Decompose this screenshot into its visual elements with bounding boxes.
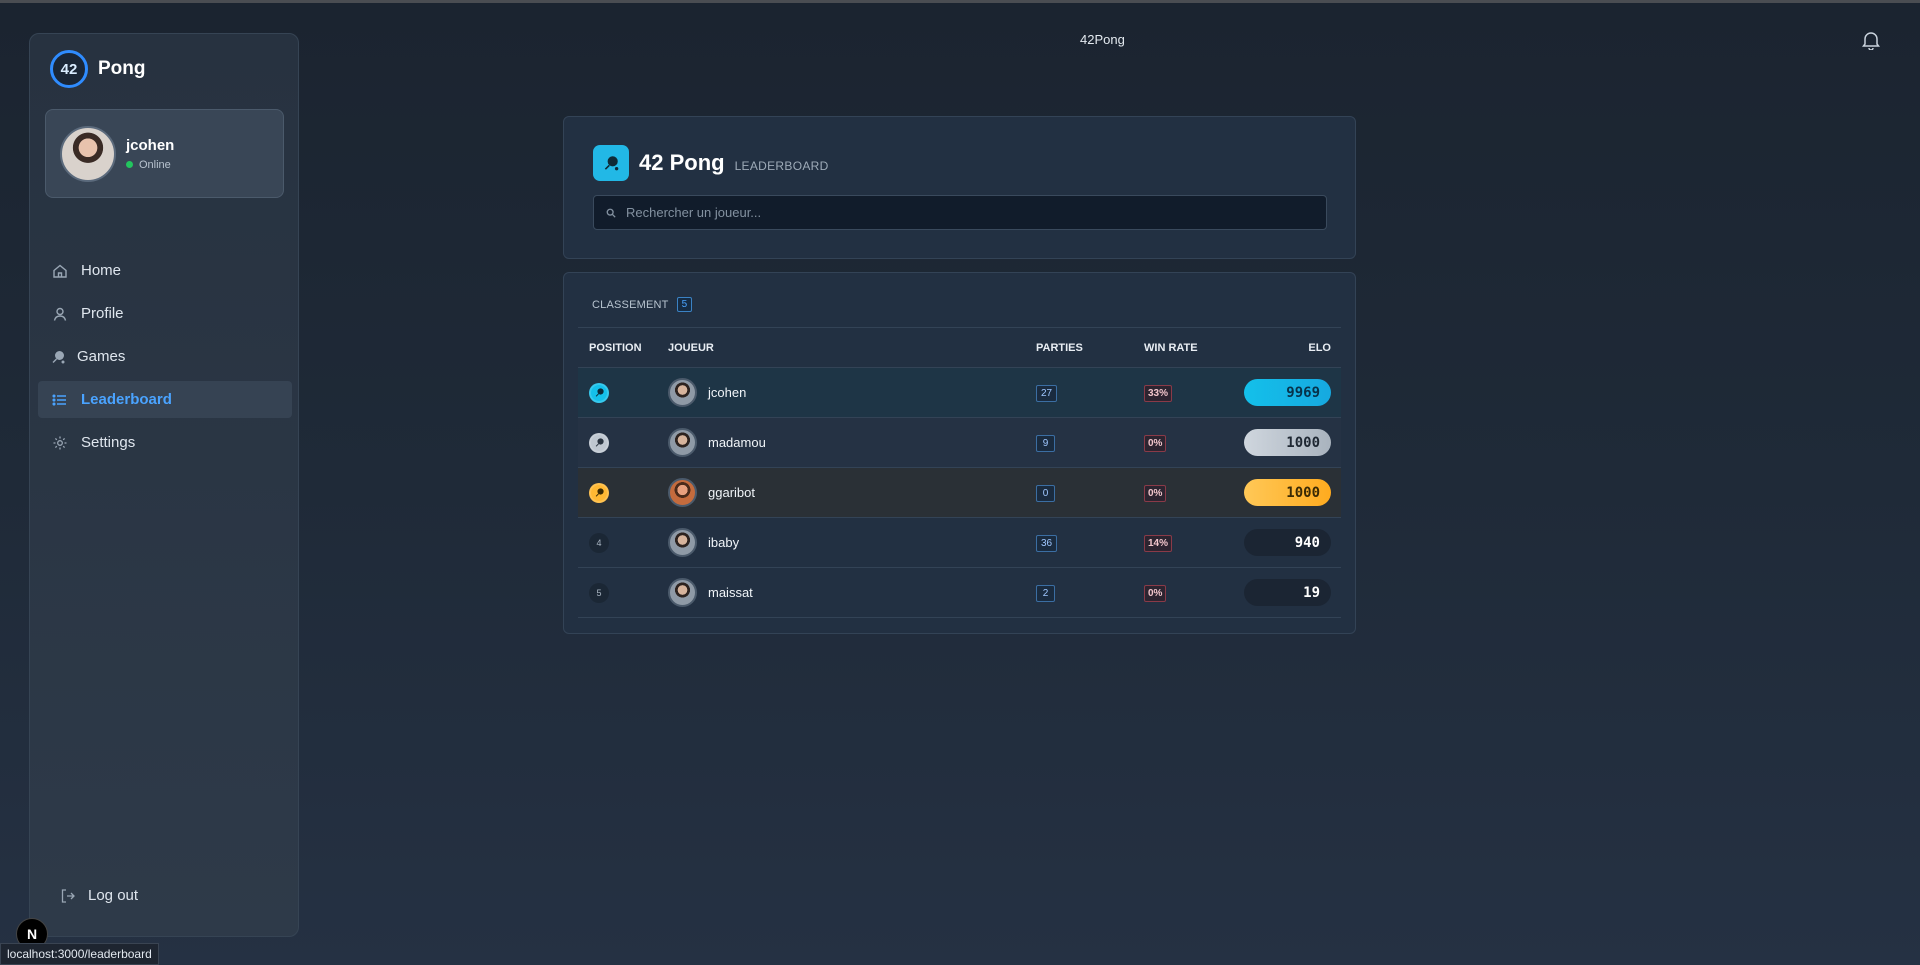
avatar [668,528,697,557]
player-name[interactable]: maissat [708,585,753,600]
win-rate: 33% [1144,385,1173,402]
sidebar: 42 Pong jcohen Online Home Profile Games… [29,33,299,937]
search-input[interactable] [626,205,1306,220]
player-name[interactable]: jcohen [708,385,746,400]
sidebar-item-settings[interactable]: Settings [38,424,292,461]
win-rate: 0% [1144,585,1167,602]
logout-label: Log out [88,887,139,904]
sidebar-item-home[interactable]: Home [38,252,292,289]
sidebar-item-label: Profile [81,305,124,322]
status-bar-url: localhost:3000/leaderboard [0,943,159,965]
sidebar-item-label: Leaderboard [81,391,172,408]
user-icon [52,306,68,322]
sidebar-item-games[interactable]: Games [38,338,292,375]
brand-name: Pong [98,58,146,79]
table-row[interactable]: 4 ibaby 36 14% 940 [578,518,1341,568]
ping-pong-icon [593,145,629,181]
table-row[interactable]: jcohen 27 33% 9969 [578,368,1341,418]
win-rate: 14% [1144,535,1173,552]
search-icon [606,208,616,218]
user-name: jcohen [126,136,175,154]
column-header-position: POSITION [589,341,642,354]
player-name[interactable]: madamou [708,435,766,450]
brand-logo: 42 [50,50,88,88]
elo-badge: 19 [1244,579,1331,606]
rank-number: 4 [589,532,609,553]
column-header-player: JOUEUR [668,341,714,354]
logout-icon [60,888,76,904]
avatar [60,125,116,182]
table-header: POSITION JOUEUR PARTIES WIN RATE ELO [578,328,1341,368]
ranking-heading: CLASSEMENT 5 [592,297,693,312]
ranking-label: CLASSEMENT [592,298,669,311]
games-count: 0 [1036,485,1055,502]
sidebar-item-label: Games [77,348,126,365]
leaderboard-header-panel: 42 Pong LEADERBOARD [563,116,1356,259]
page-header-title: 42Pong [1080,32,1125,47]
column-header-win-rate: WIN RATE [1144,341,1198,354]
avatar [668,378,697,407]
sidebar-item-leaderboard[interactable]: Leaderboard [38,381,292,418]
games-count: 36 [1036,535,1058,552]
list-icon [52,392,68,408]
bell-icon[interactable] [1862,30,1880,55]
user-status: Online [126,159,174,171]
player-name[interactable]: ggaribot [708,485,755,500]
table-row[interactable]: madamou 9 0% 1000 [578,418,1341,468]
avatar [668,428,697,457]
brand[interactable]: 42 Pong [50,50,146,88]
player-name[interactable]: ibaby [708,535,739,550]
rank-number: 5 [589,582,609,603]
leaderboard-panel: CLASSEMENT 5 POSITION JOUEUR PARTIES WIN… [563,272,1356,634]
column-header-games: PARTIES [1036,341,1083,354]
elo-badge: 1000 [1244,429,1331,456]
games-count: 9 [1036,435,1055,452]
online-dot-icon [126,161,133,168]
player-count-badge: 5 [676,297,693,312]
elo-badge: 940 [1244,529,1331,556]
column-header-elo: ELO [1308,341,1331,354]
rank-medal-icon [589,382,609,403]
table-row[interactable]: 5 maissat 2 0% 19 [578,568,1341,618]
sidebar-item-label: Home [81,262,122,279]
sidebar-item-profile[interactable]: Profile [38,295,292,332]
logout-button[interactable]: Log out [60,887,138,904]
leaderboard-table: POSITION JOUEUR PARTIES WIN RATE ELO jco… [578,327,1341,618]
win-rate: 0% [1144,435,1167,452]
leaderboard-subtitle: LEADERBOARD [734,159,829,173]
win-rate: 0% [1144,485,1167,502]
search-field[interactable] [593,195,1327,230]
user-card[interactable]: jcohen Online [45,109,284,198]
rank-medal-icon [589,432,609,453]
elo-badge: 1000 [1244,479,1331,506]
games-count: 27 [1036,385,1058,402]
sidebar-item-label: Settings [81,434,136,451]
ping-pong-icon [50,349,66,365]
avatar [668,478,697,507]
leaderboard-heading: 42 Pong LEADERBOARD [593,145,829,181]
home-icon [52,263,68,279]
top-border [0,0,1920,3]
avatar [668,578,697,607]
user-status-label: Online [139,158,171,171]
elo-badge: 9969 [1244,379,1331,406]
table-row[interactable]: ggaribot 0 0% 1000 [578,468,1341,518]
gear-icon [52,435,68,451]
games-count: 2 [1036,585,1055,602]
leaderboard-title: 42 Pong [639,150,725,175]
rank-medal-icon [589,482,609,503]
sidebar-nav: Home Profile Games Leaderboard Settings [38,252,292,467]
